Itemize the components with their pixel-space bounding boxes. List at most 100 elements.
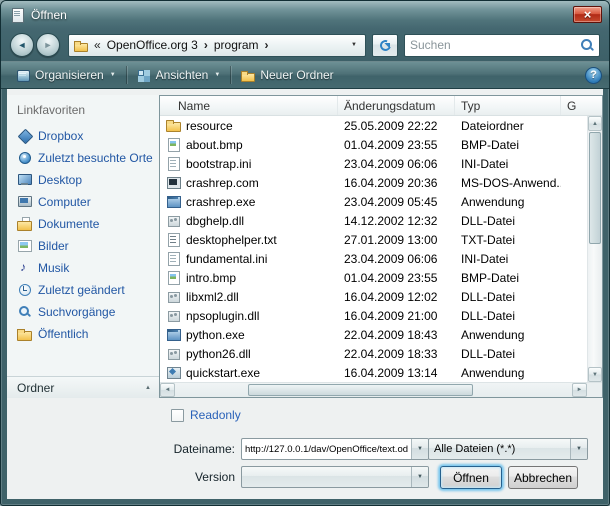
file-name: npsoplugin.dll: [186, 309, 259, 323]
breadcrumb-separator-icon[interactable]: ›: [262, 38, 272, 52]
close-icon: ×: [584, 8, 592, 21]
file-date: 23.04.2009 06:06: [338, 157, 455, 171]
search-icon: [580, 38, 594, 52]
file-row[interactable]: quickstart.exe 16.04.2009 13:14 Anwendun…: [160, 363, 587, 382]
sidebar-item-documents[interactable]: Dokumente: [7, 213, 159, 234]
filename-dropdown-button[interactable]: ▼: [411, 439, 428, 459]
sidebar-item-pictures[interactable]: Bilder: [7, 235, 159, 256]
folders-pane-toggle[interactable]: Ordner ▲: [7, 376, 159, 398]
organize-icon: [16, 68, 30, 82]
file-date: 23.04.2009 05:45: [338, 195, 455, 209]
close-button[interactable]: ×: [573, 6, 602, 23]
file-name-cell: about.bmp: [160, 137, 338, 152]
sidebar-item-recently-changed[interactable]: Zuletzt geändert: [7, 279, 159, 300]
file-name: fundamental.ini: [186, 252, 267, 266]
sidebar-item-desktop[interactable]: Desktop: [7, 169, 159, 190]
sidebar-item-label: Zuletzt geändert: [38, 283, 125, 297]
right-arrow-icon: ►: [577, 387, 583, 393]
folder-icon: [74, 39, 88, 52]
file-rows: resource 25.05.2009 22:22 Dateiordner ab…: [160, 116, 587, 382]
file-type-icon: [166, 308, 181, 323]
column-header-date[interactable]: Änderungsdatum: [338, 96, 455, 115]
horizontal-scroll-thumb[interactable]: [248, 384, 473, 396]
filename-input[interactable]: [242, 439, 411, 459]
new-folder-button[interactable]: Neuer Ordner: [233, 64, 341, 86]
file-row[interactable]: crashrep.com 16.04.2009 20:36 MS-DOS-Anw…: [160, 173, 587, 192]
search-input[interactable]: [410, 38, 580, 52]
file-type: BMP-Datei: [455, 138, 561, 152]
sidebar-item-public[interactable]: Öffentlich: [7, 323, 159, 344]
file-row[interactable]: intro.bmp 01.04.2009 23:55 BMP-Datei: [160, 268, 587, 287]
readonly-checkbox[interactable]: [171, 409, 184, 422]
column-header-name[interactable]: Name: [160, 96, 338, 115]
file-type: INI-Datei: [455, 157, 561, 171]
vertical-scrollbar[interactable]: ▲ ▼: [587, 116, 602, 382]
file-row[interactable]: python26.dll 22.04.2009 18:33 DLL-Datei: [160, 344, 587, 363]
breadcrumb-separator-icon[interactable]: ›: [201, 38, 211, 52]
file-row[interactable]: npsoplugin.dll 16.04.2009 21:00 DLL-Date…: [160, 306, 587, 325]
cancel-button[interactable]: Abbrechen: [508, 466, 578, 489]
file-row[interactable]: bootstrap.ini 23.04.2009 06:06 INI-Datei: [160, 154, 587, 173]
file-row[interactable]: libxml2.dll 16.04.2009 12:02 DLL-Datei: [160, 287, 587, 306]
file-row[interactable]: resource 25.05.2009 22:22 Dateiordner: [160, 116, 587, 135]
version-dropdown-button[interactable]: ▼: [411, 467, 428, 487]
horizontal-scrollbar[interactable]: ◄ ►: [160, 382, 587, 397]
file-name-cell: resource: [160, 118, 338, 133]
file-type-icon: [166, 365, 181, 380]
breadcrumb-item[interactable]: program: [211, 38, 262, 52]
file-type: DLL-Datei: [455, 347, 561, 361]
breadcrumb-overflow[interactable]: «: [94, 38, 101, 52]
scroll-up-button[interactable]: ▲: [588, 116, 602, 131]
file-row[interactable]: fundamental.ini 23.04.2009 06:06 INI-Dat…: [160, 249, 587, 268]
document-icon: [10, 8, 25, 23]
scroll-right-button[interactable]: ►: [572, 383, 587, 397]
open-button[interactable]: Öffnen: [440, 466, 502, 489]
file-row[interactable]: crashrep.exe 23.04.2009 05:45 Anwendung: [160, 192, 587, 211]
file-row[interactable]: python.exe 22.04.2009 18:43 Anwendung: [160, 325, 587, 344]
sidebar-item-dropbox[interactable]: Dropbox: [7, 125, 159, 146]
new-folder-label: Neuer Ordner: [260, 68, 333, 82]
back-button[interactable]: ◄: [10, 33, 34, 57]
forward-button[interactable]: ►: [36, 33, 60, 57]
dialog-body: Linkfavoriten Dropbox Zuletzt besuchte O…: [7, 89, 603, 499]
help-button[interactable]: ?: [585, 67, 602, 84]
down-arrow-icon: ▼: [592, 372, 598, 378]
column-header-size[interactable]: G: [561, 96, 602, 115]
file-name: resource: [186, 119, 233, 133]
filename-combobox[interactable]: ▼: [241, 438, 429, 460]
organize-button[interactable]: Organisieren ▼: [8, 64, 124, 86]
file-row[interactable]: dbghelp.dll 14.12.2002 12:32 DLL-Datei: [160, 211, 587, 230]
scroll-left-button[interactable]: ◄: [160, 383, 175, 397]
file-row[interactable]: desktophelper.txt 27.01.2009 13:00 TXT-D…: [160, 230, 587, 249]
file-date: 16.04.2009 21:00: [338, 309, 455, 323]
sidebar-item-searches[interactable]: Suchvorgänge: [7, 301, 159, 322]
breadcrumb[interactable]: « OpenOffice.org 3 › program › ▼: [68, 34, 366, 57]
file-name-cell: crashrep.exe: [160, 194, 338, 209]
breadcrumb-dropdown-icon[interactable]: ▼: [348, 42, 360, 48]
search-box[interactable]: [404, 34, 600, 57]
titlebar[interactable]: Öffnen ×: [1, 1, 609, 29]
filetype-select[interactable]: Alle Dateien (*.*) ▼: [428, 438, 588, 460]
filetype-value: Alle Dateien (*.*): [429, 439, 570, 459]
refresh-button[interactable]: [372, 34, 398, 57]
column-header-type[interactable]: Typ: [455, 96, 561, 115]
filetype-dropdown-button[interactable]: ▼: [570, 439, 587, 459]
sidebar-item-music[interactable]: Musik: [7, 257, 159, 278]
readonly-label[interactable]: Readonly: [190, 408, 241, 422]
sidebar-item-recent-places[interactable]: Zuletzt besuchte Orte: [7, 147, 159, 168]
file-date: 14.12.2002 12:32: [338, 214, 455, 228]
file-row[interactable]: about.bmp 01.04.2009 23:55 BMP-Datei: [160, 135, 587, 154]
views-button[interactable]: Ansichten ▼: [129, 64, 229, 86]
dropdown-arrow-icon: ▼: [214, 72, 220, 78]
sidebar-item-label: Musik: [38, 261, 69, 275]
breadcrumb-item[interactable]: OpenOffice.org 3: [104, 38, 201, 52]
file-date: 23.04.2009 06:06: [338, 252, 455, 266]
file-name-cell: desktophelper.txt: [160, 232, 338, 247]
filename-label: Dateiname:: [7, 442, 235, 456]
vertical-scroll-thumb[interactable]: [589, 132, 601, 244]
scroll-down-button[interactable]: ▼: [588, 367, 602, 382]
desktop-icon: [17, 172, 32, 187]
sidebar-item-computer[interactable]: Computer: [7, 191, 159, 212]
version-select[interactable]: ▼: [241, 466, 429, 488]
readonly-option[interactable]: Readonly: [171, 408, 241, 422]
